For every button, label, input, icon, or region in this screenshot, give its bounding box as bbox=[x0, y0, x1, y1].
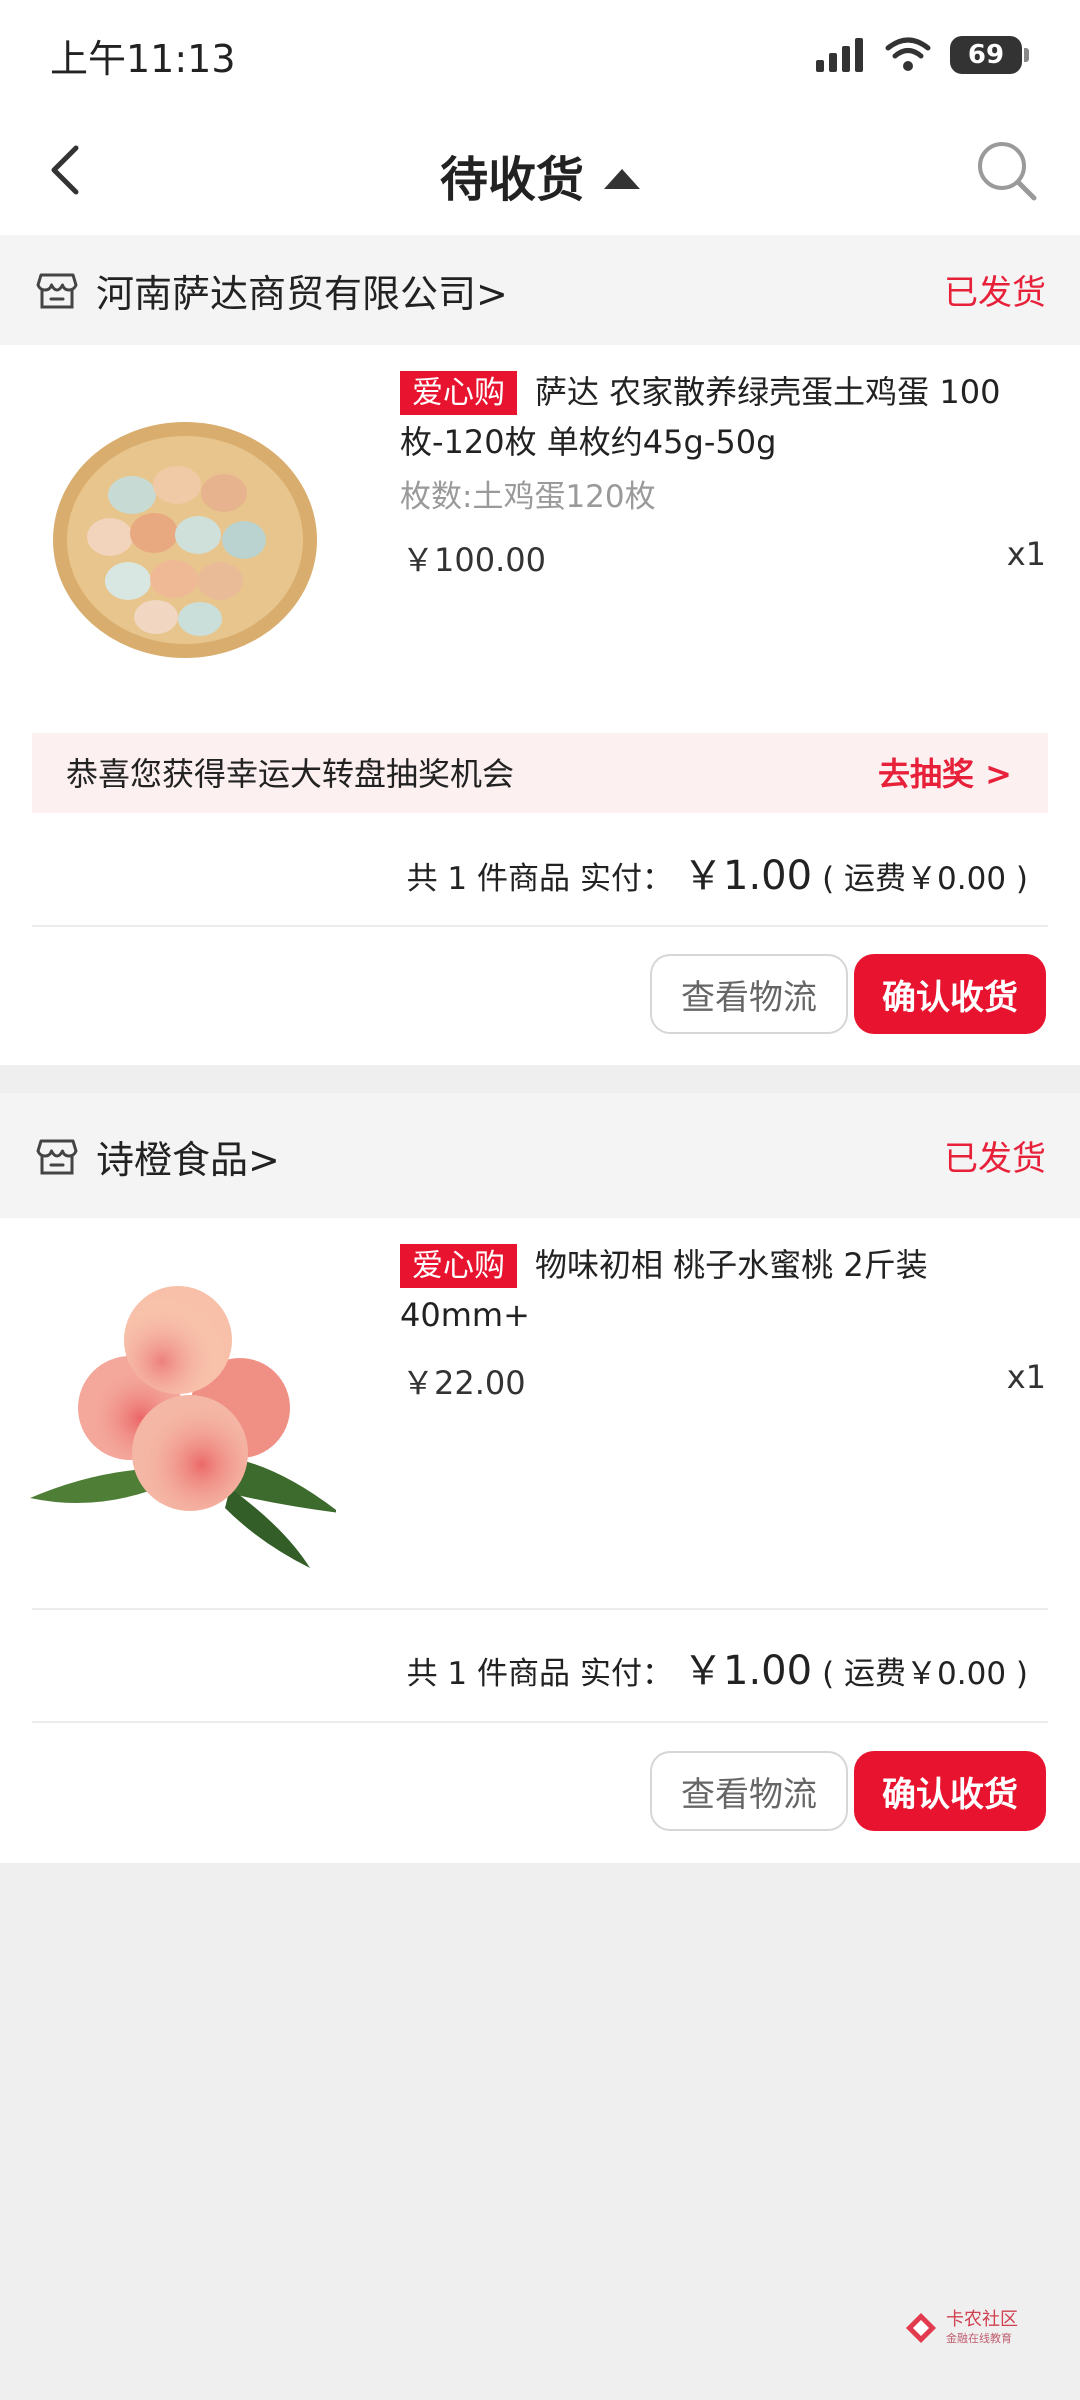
lottery-text: 恭喜您获得幸运大转盘抽奖机会 bbox=[66, 755, 515, 793]
watermark-logo-icon bbox=[906, 2313, 936, 2343]
store-header[interactable]: 河南萨达商贸有限公司> 已发货 bbox=[0, 235, 1080, 345]
caret-up-icon bbox=[604, 169, 640, 189]
watermark-subtext: 金融在线教育 bbox=[946, 2332, 1012, 2345]
product-quantity: x1 bbox=[1006, 535, 1046, 573]
order-status: 已发货 bbox=[944, 1139, 1046, 1179]
paid-amount: ￥1.00 bbox=[683, 853, 813, 899]
page-title-dropdown[interactable]: 待收货 bbox=[0, 140, 1080, 210]
product-price: ￥22.00 bbox=[402, 1364, 526, 1402]
egg-basket-image[interactable] bbox=[32, 385, 338, 691]
signal-icon bbox=[816, 38, 863, 72]
product-title-block: 爱心购 物味初相 桃子水蜜桃 2斤装 40mm+ bbox=[400, 1240, 1040, 1340]
watermark-text-block: 卡农社区 金融在线教育 bbox=[946, 2310, 1018, 2346]
order-summary: 共 1 件商品 实付： ￥1.00 ( 运费￥0.00 ) bbox=[407, 1638, 1028, 1696]
view-logistics-button[interactable]: 查看物流 bbox=[650, 954, 848, 1034]
promo-tag: 爱心购 bbox=[400, 371, 517, 415]
store-icon bbox=[36, 1139, 78, 1175]
shipping-fee: ( 运费￥0.00 ) bbox=[822, 861, 1028, 897]
page-title: 待收货 bbox=[439, 152, 584, 208]
status-time: 上午11:13 bbox=[50, 37, 236, 81]
order-card: 诗橙食品> 已发货 爱心购 物味初相 桃子水蜜桃 2斤装 40mm+ ￥22.0… bbox=[0, 1093, 1080, 1863]
battery-indicator: 69 bbox=[950, 36, 1029, 74]
order-card: 河南萨达商贸有限公司> 已发货 爱心购 萨达 农家散养绿壳蛋土鸡蛋 100枚-12… bbox=[0, 235, 1080, 1065]
divider bbox=[32, 1608, 1048, 1610]
search-icon[interactable] bbox=[974, 138, 1040, 204]
item-count: 共 1 件商品 bbox=[406, 861, 571, 897]
view-logistics-button[interactable]: 查看物流 bbox=[650, 1751, 848, 1831]
status-icons: 69 bbox=[816, 30, 1029, 80]
product-price: ￥100.00 bbox=[402, 541, 546, 579]
promo-tag: 爱心购 bbox=[400, 1244, 517, 1288]
watermark-text: 卡农社区 bbox=[946, 2309, 1018, 2330]
store-name: 河南萨达商贸有限公司> bbox=[96, 272, 508, 316]
nav-bar: 待收货 bbox=[0, 110, 1080, 235]
divider bbox=[32, 1721, 1048, 1723]
order-summary: 共 1 件商品 实付： ￥1.00 ( 运费￥0.00 ) bbox=[407, 843, 1028, 901]
product-quantity: x1 bbox=[1006, 1358, 1046, 1396]
order-status: 已发货 bbox=[944, 273, 1046, 313]
shipping-fee: ( 运费￥0.00 ) bbox=[822, 1656, 1028, 1692]
watermark: 卡农社区 金融在线教育 bbox=[904, 2310, 1018, 2346]
confirm-receipt-button[interactable]: 确认收货 bbox=[854, 954, 1046, 1034]
product-info[interactable]: 爱心购 物味初相 桃子水蜜桃 2斤装 40mm+ bbox=[400, 1240, 1040, 1340]
paid-label: 实付： bbox=[580, 1656, 674, 1692]
confirm-receipt-button[interactable]: 确认收货 bbox=[854, 1751, 1046, 1831]
status-bar: 上午11:13 69 bbox=[0, 0, 1080, 110]
product-info[interactable]: 爱心购 萨达 农家散养绿壳蛋土鸡蛋 100枚-120枚 单枚约45g-50g 枚数… bbox=[400, 367, 1040, 516]
paid-label: 实付： bbox=[580, 861, 674, 897]
product-title-block: 爱心购 萨达 农家散养绿壳蛋土鸡蛋 100枚-120枚 单枚约45g-50g bbox=[400, 367, 1040, 467]
product-spec: 枚数:土鸡蛋120枚 bbox=[400, 479, 656, 515]
divider bbox=[32, 925, 1048, 927]
store-header[interactable]: 诗橙食品> 已发货 bbox=[0, 1093, 1080, 1218]
lottery-link[interactable]: 去抽奖 > bbox=[878, 749, 1012, 795]
item-count: 共 1 件商品 bbox=[406, 1656, 571, 1692]
peach-image[interactable] bbox=[30, 1268, 336, 1574]
store-name: 诗橙食品> bbox=[96, 1138, 280, 1182]
lottery-banner[interactable]: 恭喜您获得幸运大转盘抽奖机会 去抽奖 > bbox=[32, 733, 1048, 813]
store-icon bbox=[36, 273, 78, 309]
wifi-icon bbox=[885, 37, 931, 71]
paid-amount: ￥1.00 bbox=[683, 1648, 813, 1694]
